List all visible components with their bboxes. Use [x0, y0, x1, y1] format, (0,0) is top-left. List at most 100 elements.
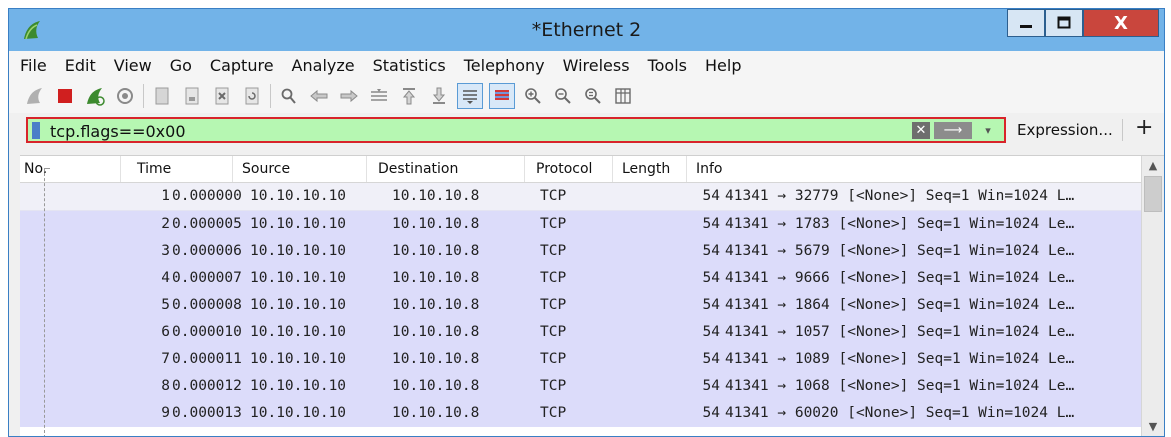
menu-edit[interactable]: Edit: [58, 56, 103, 75]
go-to-packet-icon[interactable]: [367, 84, 391, 108]
packet-rows: 1 0.000000 10.10.10.10 10.10.10.8 TCP 54 41341…: [20, 183, 1142, 427]
toolbar-separator: [270, 84, 271, 108]
scroll-down-arrow-icon[interactable]: ▼: [1142, 417, 1164, 436]
column-header-source[interactable]: Source: [242, 161, 290, 177]
menu-wireless[interactable]: Wireless: [556, 56, 637, 75]
packet-row[interactable]: 3 0.000006 10.10.10.10 10.10.10.8 TCP 54 41341…: [20, 238, 1142, 265]
open-file-icon[interactable]: [150, 84, 174, 108]
auto-scroll-icon[interactable]: [457, 83, 483, 109]
menu-analyze[interactable]: Analyze: [285, 56, 362, 75]
packet-time: 0.000008: [172, 297, 242, 313]
packet-row[interactable]: 2 0.000005 10.10.10.10 10.10.10.8 TCP 54 41341…: [20, 211, 1142, 238]
save-file-icon[interactable]: [180, 84, 204, 108]
packet-row[interactable]: 1 0.000000 10.10.10.10 10.10.10.8 TCP 54 41341…: [20, 183, 1142, 211]
stop-capture-icon[interactable]: [53, 84, 77, 108]
add-filter-button[interactable]: +: [1135, 115, 1153, 140]
window-title: *Ethernet 2: [531, 19, 642, 41]
packet-time: 0.000000: [172, 188, 242, 204]
packet-info: 41341 → 32779 [<None>] Seq=1 Win=1024 L…: [725, 188, 1075, 204]
menu-help[interactable]: Help: [698, 56, 748, 75]
packet-source: 10.10.10.10: [250, 405, 347, 421]
recent-filters-dropdown[interactable]: ▾: [978, 122, 998, 139]
resize-columns-icon[interactable]: [611, 84, 635, 108]
column-divider[interactable]: [686, 156, 687, 182]
packet-protocol: TCP: [540, 188, 567, 204]
conversation-bracket: [44, 168, 46, 436]
packet-no: 7: [161, 351, 170, 367]
menu-capture[interactable]: Capture: [203, 56, 281, 75]
column-header-protocol[interactable]: Protocol: [536, 161, 592, 177]
zoom-reset-icon[interactable]: [581, 84, 605, 108]
packet-protocol: TCP: [540, 297, 567, 313]
zoom-in-icon[interactable]: [521, 84, 545, 108]
column-header-info[interactable]: Info: [696, 161, 723, 177]
vertical-scrollbar[interactable]: ▲ ▼: [1141, 156, 1164, 436]
packet-no: 8: [161, 378, 170, 394]
menu-file[interactable]: File: [13, 56, 54, 75]
title-bar[interactable]: *Ethernet 2 X: [9, 9, 1164, 51]
capture-options-icon[interactable]: [113, 84, 137, 108]
display-filter-input[interactable]: [50, 120, 850, 142]
packet-row[interactable]: 8 0.000012 10.10.10.10 10.10.10.8 TCP 54 41341…: [20, 373, 1142, 400]
packet-info: 41341 → 60020 [<None>] Seq=1 Win=1024 L…: [725, 405, 1075, 421]
colorize-icon[interactable]: [489, 83, 515, 109]
bookmark-icon[interactable]: [32, 122, 40, 139]
apply-filter-button[interactable]: ⟶: [934, 122, 972, 139]
packet-no: 2: [161, 216, 170, 232]
menu-go[interactable]: Go: [163, 56, 199, 75]
display-filter-box: ✕ ⟶ ▾: [26, 117, 1006, 143]
packet-destination: 10.10.10.8: [392, 216, 480, 232]
packet-info: 41341 → 1068 [<None>] Seq=1 Win=1024 Le…: [725, 378, 1075, 394]
go-forward-icon[interactable]: [337, 84, 361, 108]
column-divider[interactable]: [120, 156, 121, 182]
packet-row[interactable]: 7 0.000011 10.10.10.10 10.10.10.8 TCP 54 41341…: [20, 346, 1142, 373]
packet-protocol: TCP: [540, 351, 567, 367]
column-divider[interactable]: [612, 156, 613, 182]
menu-telephony[interactable]: Telephony: [457, 56, 552, 75]
go-back-icon[interactable]: [307, 84, 331, 108]
packet-row[interactable]: 9 0.000013 10.10.10.10 10.10.10.8 TCP 54 41341…: [20, 400, 1142, 427]
go-first-icon[interactable]: [397, 84, 421, 108]
column-header-time[interactable]: Time: [137, 161, 171, 177]
minimize-button[interactable]: [1007, 9, 1045, 37]
start-capture-icon[interactable]: [23, 84, 47, 108]
packet-time: 0.000013: [172, 405, 242, 421]
packet-length: 54: [702, 297, 720, 313]
display-filter-bar: ✕ ⟶ ▾ Expression... +: [9, 113, 1164, 155]
packet-row[interactable]: 4 0.000007 10.10.10.10 10.10.10.8 TCP 54 41341…: [20, 265, 1142, 292]
packet-no: 5: [161, 297, 170, 313]
column-divider[interactable]: [232, 156, 233, 182]
packet-no: 3: [161, 243, 170, 259]
restart-capture-icon[interactable]: [83, 84, 107, 108]
packet-destination: 10.10.10.8: [392, 270, 480, 286]
column-header-length[interactable]: Length: [622, 161, 670, 177]
main-toolbar: [9, 79, 1164, 113]
packet-protocol: TCP: [540, 405, 567, 421]
close-button[interactable]: X: [1083, 9, 1159, 37]
packet-destination: 10.10.10.8: [392, 243, 480, 259]
close-file-icon[interactable]: [210, 84, 234, 108]
scroll-up-arrow-icon[interactable]: ▲: [1142, 156, 1164, 176]
packet-length: 54: [702, 216, 720, 232]
menu-tools[interactable]: Tools: [641, 56, 694, 75]
column-divider[interactable]: [524, 156, 525, 182]
scrollbar-thumb[interactable]: [1144, 176, 1162, 212]
expression-button[interactable]: Expression...: [1017, 121, 1113, 139]
menu-view[interactable]: View: [107, 56, 159, 75]
packet-row[interactable]: 6 0.000010 10.10.10.10 10.10.10.8 TCP 54 41341…: [20, 319, 1142, 346]
packet-row[interactable]: 5 0.000008 10.10.10.10 10.10.10.8 TCP 54 41341…: [20, 292, 1142, 319]
maximize-button[interactable]: [1045, 9, 1083, 37]
zoom-out-icon[interactable]: [551, 84, 575, 108]
column-divider[interactable]: [366, 156, 367, 182]
clear-filter-button[interactable]: ✕: [912, 122, 930, 139]
go-last-icon[interactable]: [427, 84, 451, 108]
packet-time: 0.000012: [172, 378, 242, 394]
packet-info: 41341 → 1864 [<None>] Seq=1 Win=1024 Le…: [725, 297, 1075, 313]
menu-statistics[interactable]: Statistics: [366, 56, 453, 75]
maximize-icon: [1057, 16, 1071, 29]
column-header-destination[interactable]: Destination: [378, 161, 458, 177]
find-packet-icon[interactable]: [277, 84, 301, 108]
packet-length: 54: [702, 270, 720, 286]
packet-info: 41341 → 1057 [<None>] Seq=1 Win=1024 Le…: [725, 324, 1075, 340]
reload-file-icon[interactable]: [240, 84, 264, 108]
